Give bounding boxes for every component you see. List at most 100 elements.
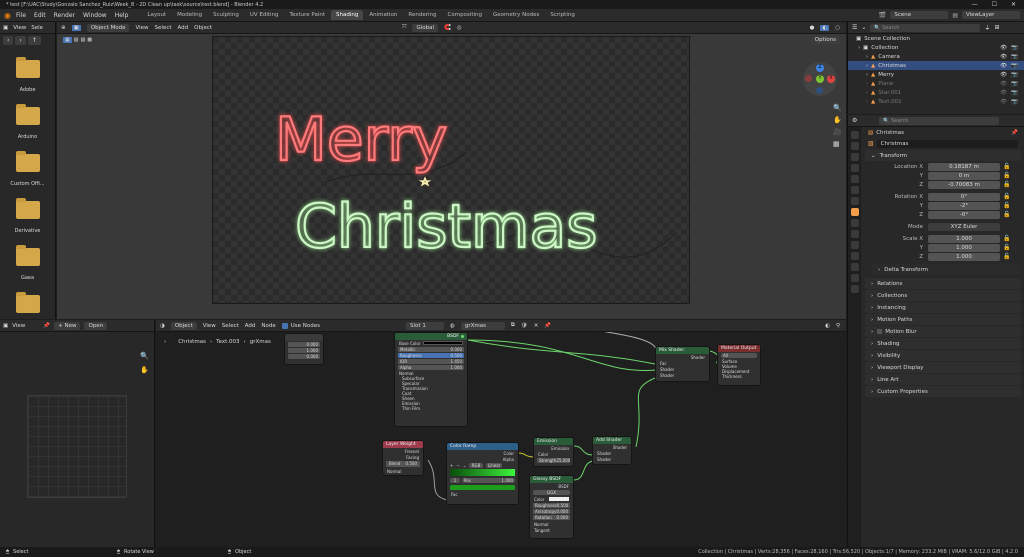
tab-shading[interactable]: Shading xyxy=(331,10,364,20)
shading-solid-icon[interactable]: ● xyxy=(810,25,815,31)
panel-relations[interactable]: › Relations xyxy=(865,278,1021,289)
expand-icon[interactable]: › xyxy=(866,81,868,87)
overlay-icon[interactable]: ◐ xyxy=(825,323,830,329)
folder-item[interactable]: Gaea xyxy=(0,245,55,295)
menu-edit[interactable]: Edit xyxy=(34,12,46,19)
tab-scripting[interactable]: Scripting xyxy=(545,10,579,20)
camera-view-icon[interactable]: 🎥 xyxy=(833,128,842,136)
location-y[interactable]: 0 m xyxy=(928,171,1000,180)
base-color-swatch[interactable] xyxy=(423,341,463,345)
motion-blur-checkbox[interactable] xyxy=(877,329,883,334)
lock-icon[interactable]: 🔓 xyxy=(1003,202,1010,209)
lock-icon[interactable]: 🔓 xyxy=(1003,172,1010,179)
outliner-item[interactable]: › ▣ Collection 👁 📷 xyxy=(848,43,1024,52)
outliner-filter-icon[interactable]: ⌄ xyxy=(861,24,866,31)
visibility-icon[interactable]: 👁 xyxy=(1000,45,1007,51)
tab-uv-editing[interactable]: UV Editing xyxy=(245,10,284,20)
constraints-tab-icon[interactable] xyxy=(850,252,859,260)
scene-selector[interactable]: Scene xyxy=(890,11,949,19)
maximize-icon[interactable]: ☐ xyxy=(992,1,997,8)
outliner-item[interactable]: › ▲ Christmas 👁 📷 xyxy=(848,61,1024,70)
close-icon[interactable]: ✕ xyxy=(1011,1,1016,8)
bsdf-base-color[interactable]: Base Color xyxy=(395,340,467,346)
image-editor[interactable]: ▣ View 📌 + New Open 🔍 ✋ xyxy=(0,320,155,547)
new-collection-icon[interactable]: ⊞ xyxy=(994,24,999,31)
emission-node[interactable]: Emission Emission Color Strength 25.000 xyxy=(533,437,574,467)
ne-menu-select[interactable]: Select xyxy=(222,323,239,329)
lock-icon[interactable]: 🔓 xyxy=(1003,244,1010,251)
lock-icon[interactable]: 🔓 xyxy=(1003,181,1010,188)
cr-pos-field[interactable]: Pos 1.000 xyxy=(462,478,515,483)
ie-view-menu[interactable]: View xyxy=(12,323,25,329)
panel-visibility[interactable]: › Visibility xyxy=(865,350,1021,361)
slot-selector[interactable]: Slot 1 xyxy=(406,321,445,330)
add-shader-node[interactable]: Add Shader Shader Shader Shader xyxy=(592,436,632,465)
properties-search[interactable]: 🔍 Search xyxy=(879,116,1000,125)
fb-menu-select[interactable]: Sele xyxy=(31,25,43,31)
ne-menu-node[interactable]: Node xyxy=(261,323,275,329)
menu-render[interactable]: Render xyxy=(54,12,75,19)
world-tab-icon[interactable] xyxy=(850,186,859,194)
pin-icon[interactable]: 📌 xyxy=(43,323,50,329)
node-editor[interactable]: ◑ Object View Select Add Node Use Nodes … xyxy=(156,320,846,547)
mode-selector[interactable]: Object Mode xyxy=(86,23,130,32)
visibility-icon[interactable]: 👁 xyxy=(1000,90,1007,96)
panel-motion-paths[interactable]: › Motion Paths xyxy=(865,314,1021,325)
tool-select-4-icon[interactable]: ▩ xyxy=(87,37,92,43)
render-icon[interactable]: 📷 xyxy=(1011,45,1018,51)
parent-dir-button[interactable]: ↑ xyxy=(27,35,41,45)
outliner-item[interactable]: › ▲ Merry 👁 📷 xyxy=(848,70,1024,79)
output-tab-icon[interactable] xyxy=(850,153,859,161)
expand-icon[interactable]: › xyxy=(858,45,860,51)
cr-pos-index[interactable]: 1 xyxy=(450,478,460,483)
material-selector[interactable]: grXmas xyxy=(460,321,505,330)
collection-tab-icon[interactable] xyxy=(850,197,859,205)
view-layer-tab-icon[interactable] xyxy=(850,164,859,172)
expand-icon[interactable]: › xyxy=(866,54,868,60)
zoom-icon-ie[interactable]: 🔍 xyxy=(140,352,149,360)
bsdf-subpanel[interactable]: Thin Film xyxy=(395,406,467,411)
tab-texture-paint[interactable]: Texture Paint xyxy=(285,10,331,20)
scene-collection-label[interactable]: Scene Collection xyxy=(864,36,910,42)
cr-interp[interactable]: Linear xyxy=(486,462,503,468)
particles-tab-icon[interactable] xyxy=(850,230,859,238)
visibility-icon[interactable]: 👁 xyxy=(1000,99,1007,105)
panel-collections[interactable]: › Collections xyxy=(865,290,1021,301)
pan-icon[interactable]: ✋ xyxy=(833,116,842,124)
material-tab-icon[interactable] xyxy=(850,274,859,282)
outliner-funnel-icon[interactable]: ⏚ xyxy=(984,23,990,32)
expand-icon[interactable]: › xyxy=(866,63,868,69)
open-image-button[interactable]: Open xyxy=(84,321,108,330)
glossy-color[interactable]: Color xyxy=(530,496,573,502)
pin-properties-icon[interactable]: 📌 xyxy=(1011,130,1018,136)
tab-modeling[interactable]: Modeling xyxy=(172,10,207,20)
blender-logo-icon[interactable]: ◉ xyxy=(4,11,11,20)
expand-icon[interactable]: › xyxy=(866,90,868,96)
panel-shading[interactable]: › Shading xyxy=(865,338,1021,349)
node-type-selector[interactable]: Object xyxy=(170,321,197,330)
vector-node[interactable]: 0.000 1.000 0.000 xyxy=(284,333,324,365)
pan-icon-ie[interactable]: ✋ xyxy=(140,366,149,374)
outliner-item[interactable]: › ▲ Camera 👁 📷 xyxy=(848,52,1024,61)
folder-item[interactable]: Derivative xyxy=(0,198,55,248)
cr-mode[interactable]: RGB xyxy=(469,462,484,468)
layer-weight-node[interactable]: Layer Weight Fresnel Facing Blend 0.500 N… xyxy=(382,440,424,476)
physics-tab-icon[interactable] xyxy=(850,241,859,249)
glossy-bsdf-node[interactable]: Glossy BSDF BSDF GGX Color Roughness 0.500… xyxy=(529,475,574,539)
tab-animation[interactable]: Animation xyxy=(364,10,402,20)
ortho-icon[interactable]: ▦ xyxy=(833,140,842,148)
orientation-selector[interactable]: Global xyxy=(412,23,439,32)
proportional-icon[interactable]: ◎ xyxy=(457,25,462,31)
expand-icon[interactable]: › xyxy=(866,99,868,105)
folder-item[interactable]: Arduino xyxy=(0,104,55,154)
lw-blend-field[interactable]: Blend 0.500 xyxy=(386,461,420,467)
cr-remove-icon[interactable]: − xyxy=(456,463,459,468)
em-strength-field[interactable]: Strength 25.000 xyxy=(537,458,570,463)
vp-menu-select[interactable]: Select xyxy=(155,25,172,31)
visibility-icon[interactable]: 👁 xyxy=(1000,63,1007,69)
tab-rendering[interactable]: Rendering xyxy=(403,10,441,20)
bsdf-field[interactable]: Roughness 0.500 xyxy=(398,353,464,358)
location-x[interactable]: 0.18187 m xyxy=(928,162,1000,171)
mix-shader-node[interactable]: Mix Shader Shader Fac Shader Shader xyxy=(655,346,710,382)
scale-z[interactable]: 1.000 xyxy=(928,252,1000,261)
